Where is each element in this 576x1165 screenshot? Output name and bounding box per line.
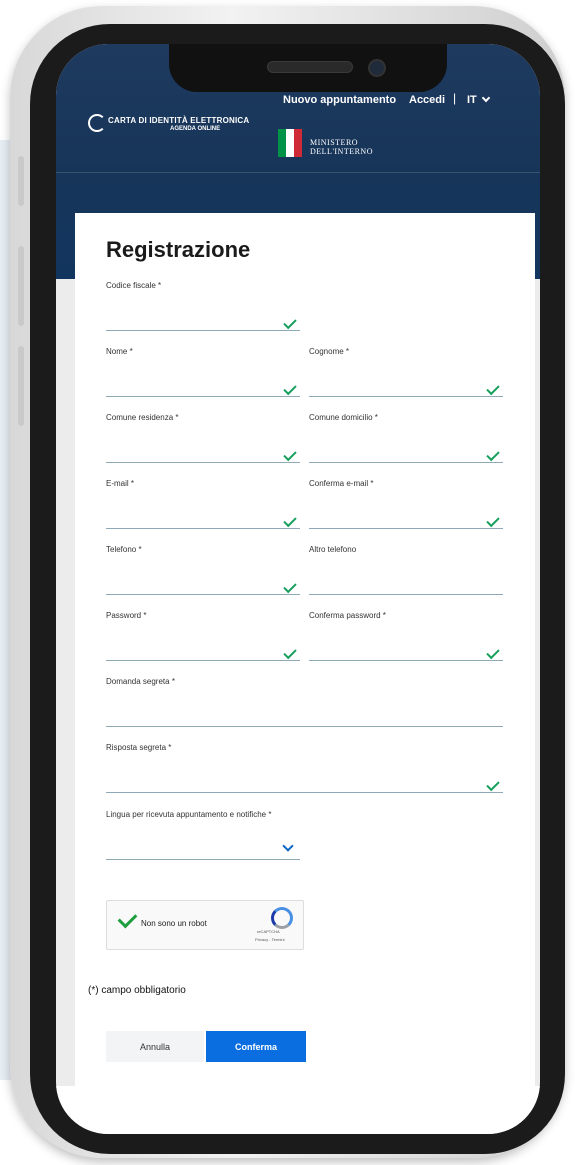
phone-notch bbox=[169, 44, 447, 92]
check-icon bbox=[486, 447, 500, 462]
recaptcha-widget[interactable]: Non sono un robot reCAPTCHA Privacy - Te… bbox=[106, 900, 304, 950]
altro-telefono-label: Altro telefono bbox=[309, 545, 357, 554]
lingua-select[interactable]: Lingua per ricevuta appuntamento e notif… bbox=[106, 810, 300, 860]
comune-residenza-field[interactable]: Comune residenza * bbox=[106, 413, 300, 463]
recaptcha-logo-icon bbox=[271, 907, 293, 929]
speaker-icon bbox=[267, 61, 353, 73]
ministry-line1: MINISTERO bbox=[310, 138, 359, 147]
comune-domicilio-field[interactable]: Comune domicilio * bbox=[309, 413, 503, 463]
nav-new-appointment[interactable]: Nuovo appuntamento bbox=[283, 94, 396, 106]
logo-subtitle: AGENDA ONLINE bbox=[170, 126, 221, 132]
language-label: IT bbox=[467, 94, 477, 106]
field-underline bbox=[106, 726, 503, 727]
cancel-button[interactable]: Annulla bbox=[106, 1031, 204, 1062]
field-underline bbox=[309, 396, 503, 397]
check-icon bbox=[283, 645, 297, 660]
check-icon bbox=[486, 777, 500, 792]
phone-side-button bbox=[18, 246, 24, 326]
phone-side-button bbox=[18, 156, 24, 206]
chevron-down-icon bbox=[481, 93, 491, 103]
recaptcha-terms[interactable]: Privacy - Termini bbox=[255, 937, 285, 942]
codice-fiscale-field[interactable]: Codice fiscale * bbox=[106, 281, 300, 331]
comune-domicilio-label: Comune domicilio * bbox=[309, 413, 378, 422]
check-icon[interactable] bbox=[117, 908, 138, 929]
check-icon bbox=[283, 447, 297, 462]
field-underline bbox=[309, 594, 503, 595]
telefono-field[interactable]: Telefono * bbox=[106, 545, 300, 595]
conferma-password-field[interactable]: Conferma password * bbox=[309, 611, 503, 661]
check-icon bbox=[283, 381, 297, 396]
recaptcha-label: Non sono un robot bbox=[141, 919, 207, 928]
lingua-label: Lingua per ricevuta appuntamento e notif… bbox=[106, 810, 272, 819]
check-icon bbox=[486, 513, 500, 528]
altro-telefono-field[interactable]: Altro telefono bbox=[309, 545, 503, 595]
ministry-line2: DELL'INTERNO bbox=[310, 147, 373, 156]
field-underline bbox=[309, 660, 503, 661]
risposta-segreta-field[interactable]: Risposta segreta * bbox=[106, 743, 503, 793]
field-underline bbox=[106, 594, 300, 595]
camera-icon bbox=[368, 59, 386, 77]
field-underline bbox=[309, 462, 503, 463]
nome-label: Nome * bbox=[106, 347, 133, 356]
chevron-down-icon bbox=[282, 840, 294, 852]
email-field[interactable]: E-mail * bbox=[106, 479, 300, 529]
nav-separator: | bbox=[453, 91, 457, 105]
field-underline bbox=[106, 792, 503, 793]
domanda-segreta-field[interactable]: Domanda segreta * bbox=[106, 677, 503, 727]
page-title: Registrazione bbox=[106, 237, 251, 262]
field-underline bbox=[309, 528, 503, 529]
screen-bottom-area bbox=[56, 1086, 540, 1134]
phone-screen: Nuovo appuntamento Accedi | IT CARTA DI … bbox=[56, 44, 540, 1134]
nav-login[interactable]: Accedi bbox=[409, 94, 445, 106]
telefono-label: Telefono * bbox=[106, 545, 142, 554]
phone-frame: Nuovo appuntamento Accedi | IT CARTA DI … bbox=[10, 6, 565, 1158]
phone-side-button bbox=[18, 346, 24, 426]
language-selector[interactable]: IT bbox=[467, 93, 491, 106]
italian-flag-icon bbox=[278, 129, 302, 157]
field-underline bbox=[106, 660, 300, 661]
password-label: Password * bbox=[106, 611, 147, 620]
field-underline bbox=[106, 528, 300, 529]
check-icon bbox=[486, 645, 500, 660]
risposta-segreta-label: Risposta segreta * bbox=[106, 743, 172, 752]
comune-residenza-label: Comune residenza * bbox=[106, 413, 179, 422]
password-field[interactable]: Password * bbox=[106, 611, 300, 661]
check-icon bbox=[486, 381, 500, 396]
check-icon bbox=[283, 513, 297, 528]
codice-fiscale-label: Codice fiscale * bbox=[106, 281, 162, 290]
conferma-email-label: Conferma e-mail * bbox=[309, 479, 374, 488]
cognome-label: Cognome * bbox=[309, 347, 350, 356]
registration-card: Registrazione Codice fiscale * Nome * Co… bbox=[75, 213, 535, 1093]
logo-title[interactable]: CARTA DI IDENTITÀ ELETTRONICA bbox=[108, 116, 249, 125]
confirm-button[interactable]: Conferma bbox=[206, 1031, 306, 1062]
ministry-name: MINISTERO DELL'INTERNO bbox=[310, 138, 373, 156]
cie-logo-icon bbox=[88, 114, 106, 132]
header-divider bbox=[56, 172, 540, 173]
nome-field[interactable]: Nome * bbox=[106, 347, 300, 397]
email-label: E-mail * bbox=[106, 479, 135, 488]
conferma-email-field[interactable]: Conferma e-mail * bbox=[309, 479, 503, 529]
conferma-password-label: Conferma password * bbox=[309, 611, 386, 620]
field-underline bbox=[106, 859, 300, 860]
field-underline bbox=[106, 330, 300, 331]
field-underline bbox=[106, 396, 300, 397]
required-note: (*) campo obbligatorio bbox=[88, 985, 186, 996]
check-icon bbox=[283, 315, 297, 330]
check-icon bbox=[283, 579, 297, 594]
recaptcha-brand: reCAPTCHA bbox=[257, 929, 280, 934]
field-underline bbox=[106, 462, 300, 463]
cognome-field[interactable]: Cognome * bbox=[309, 347, 503, 397]
domanda-segreta-label: Domanda segreta * bbox=[106, 677, 175, 686]
